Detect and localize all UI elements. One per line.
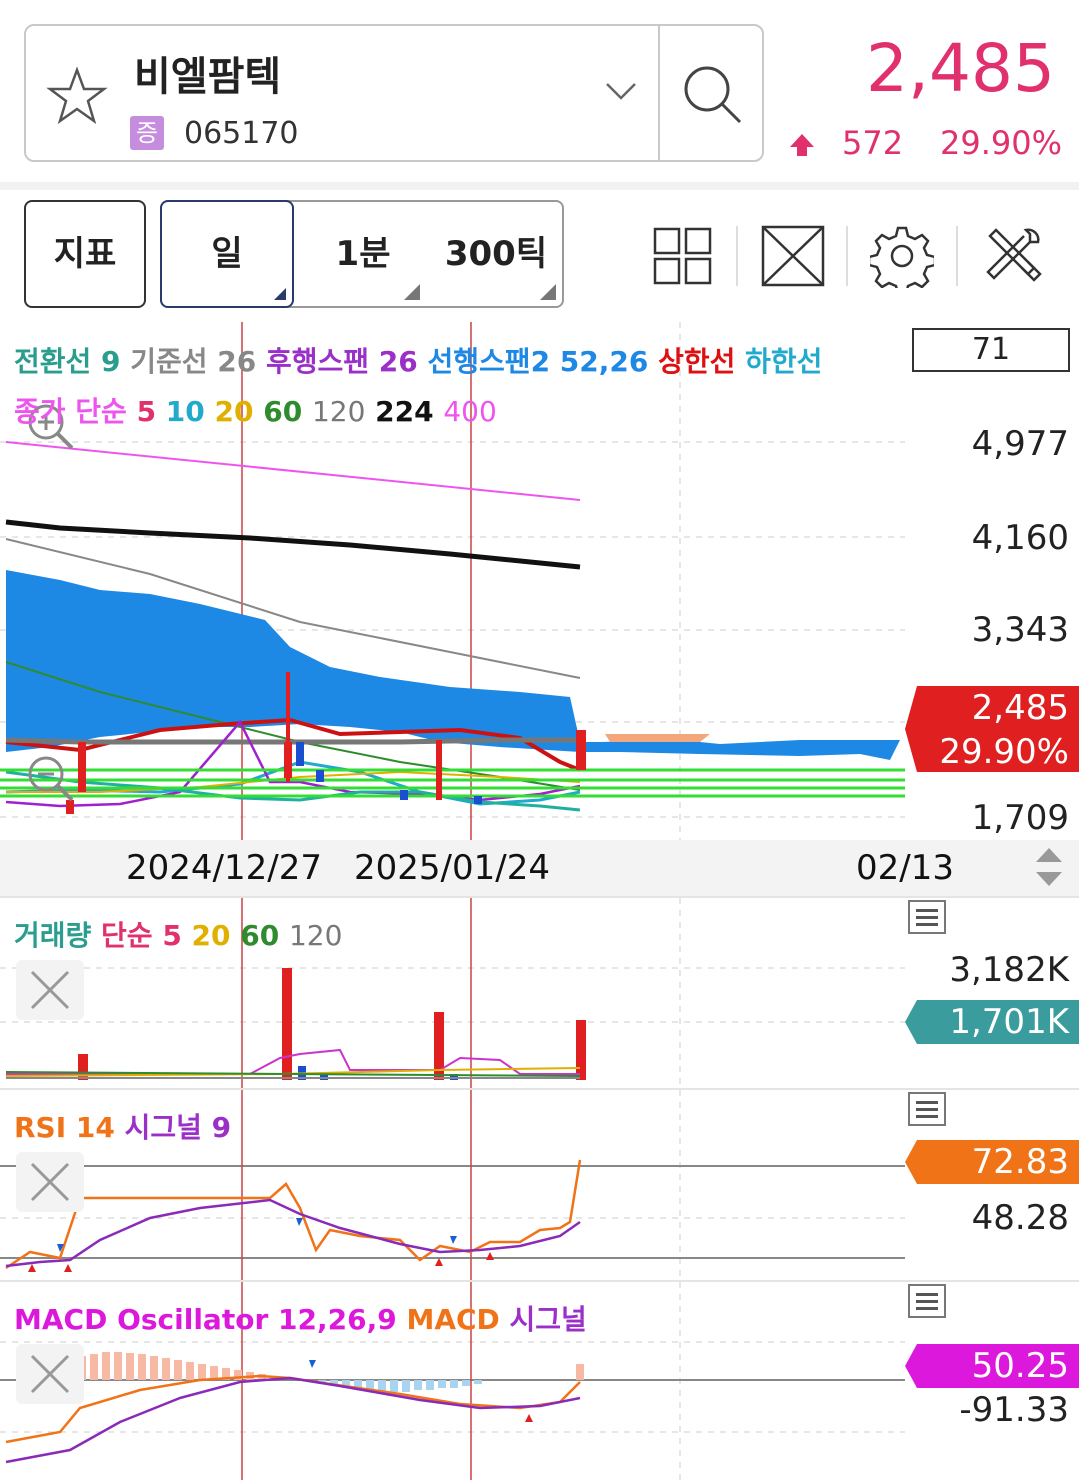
- favorite-star-icon[interactable]: [46, 66, 108, 126]
- y-axis-label: 1,709: [971, 798, 1069, 838]
- close-icon: [30, 970, 70, 1010]
- search-icon[interactable]: [680, 62, 746, 128]
- ma-legend[interactable]: 종가 단순 5 10 20 60 120 224 400: [14, 390, 497, 430]
- tools-icon[interactable]: [982, 224, 1046, 288]
- date-label: 2025/01/24: [354, 848, 550, 888]
- date-label: 02/13: [856, 848, 954, 888]
- current-price: 2,485: [866, 30, 1055, 107]
- period-1min-button[interactable]: 1분: [310, 200, 416, 308]
- close-volume-button[interactable]: [16, 960, 84, 1020]
- volume-tag: 1,701K: [949, 1002, 1069, 1042]
- macd-y-label: -91.33: [959, 1390, 1069, 1430]
- indicator-button[interactable]: 지표: [24, 200, 146, 308]
- y-axis-label: 4,977: [971, 424, 1069, 464]
- count-box[interactable]: 71: [912, 328, 1070, 372]
- scroll-updown-icon[interactable]: [1034, 846, 1064, 888]
- date-label: 2024/12/27: [126, 848, 322, 888]
- volume-y-label: 3,182K: [949, 950, 1069, 990]
- ichimoku-legend[interactable]: 전환선 9 기준선 26 후행스팬 26 선행스팬2 52,26 상한선 하한선: [14, 340, 822, 380]
- macd-menu-icon[interactable]: [908, 1284, 946, 1318]
- up-arrow-icon: [790, 134, 814, 156]
- close-icon: [30, 1354, 70, 1394]
- layout-grid-icon[interactable]: [652, 226, 714, 286]
- rsi-tag: 72.83: [971, 1142, 1069, 1182]
- macd-legend[interactable]: MACD Oscillator 12,26,9 MACD 시그널: [14, 1298, 587, 1338]
- price-change-pct: 29.90%: [940, 124, 1063, 162]
- current-price-tag: 2,485: [971, 688, 1069, 728]
- settings-gear-icon[interactable]: [870, 224, 934, 288]
- stock-code: 065170: [184, 116, 299, 151]
- chevron-down-icon[interactable]: [604, 80, 638, 102]
- close-icon: [30, 1162, 70, 1202]
- rsi-legend[interactable]: RSI 14 시그널 9: [14, 1106, 231, 1146]
- current-price-pct-tag: 29.90%: [939, 732, 1069, 772]
- close-macd-button[interactable]: [16, 1344, 84, 1404]
- rsi-menu-icon[interactable]: [908, 1092, 946, 1126]
- rsi-y-label: 48.28: [971, 1198, 1069, 1238]
- volume-menu-icon[interactable]: [908, 900, 946, 934]
- y-axis-label: 3,343: [971, 610, 1069, 650]
- y-axis-label: 4,160: [971, 518, 1069, 558]
- close-rsi-button[interactable]: [16, 1152, 84, 1212]
- price-change: 572: [842, 124, 904, 162]
- market-badge: 증: [130, 116, 164, 150]
- stock-name: 비엘팜텍: [134, 54, 282, 100]
- volume-legend[interactable]: 거래량 단순 5 20 60 120: [14, 914, 342, 954]
- fullscreen-icon[interactable]: [760, 224, 826, 288]
- macd-tag: 50.25: [971, 1346, 1069, 1386]
